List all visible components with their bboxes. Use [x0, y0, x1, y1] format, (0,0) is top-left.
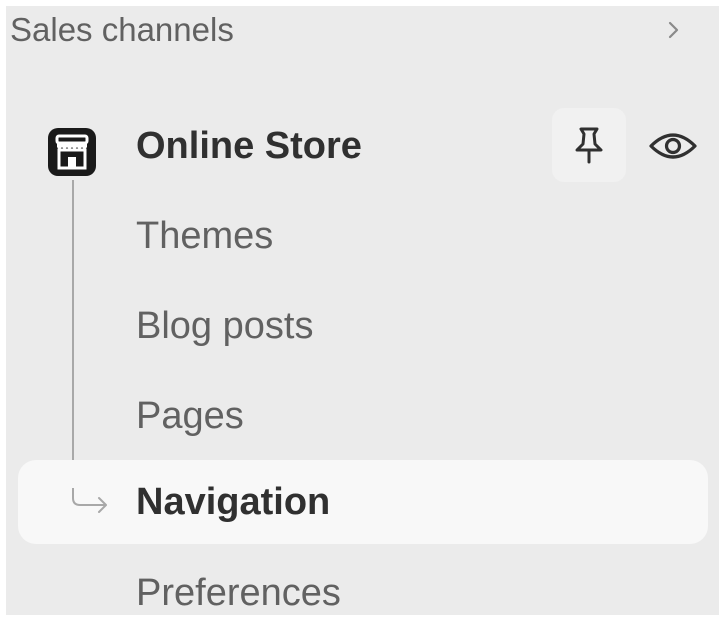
- sidebar-item-label: Pages: [136, 395, 244, 437]
- store-icon: [46, 126, 98, 178]
- sidebar-item-label: Navigation: [136, 481, 331, 523]
- sidebar-item-preferences[interactable]: Preferences: [18, 551, 708, 615]
- tree-arrow-icon: [72, 488, 112, 518]
- sidebar-item-pages[interactable]: Pages: [18, 374, 708, 458]
- sidebar-item-label: Preferences: [136, 572, 341, 614]
- pin-button[interactable]: [552, 108, 626, 182]
- sidebar-item-blog-posts[interactable]: Blog posts: [18, 284, 708, 368]
- sidebar-item-themes[interactable]: Themes: [18, 194, 708, 278]
- sidebar-item-label: Blog posts: [136, 305, 314, 347]
- pin-icon: [575, 127, 603, 164]
- chevron-right-icon[interactable]: [661, 18, 685, 42]
- eye-icon: [649, 133, 697, 159]
- sidebar-item-navigation[interactable]: Navigation: [18, 460, 708, 544]
- section-title: Sales channels: [10, 11, 234, 48]
- sidebar-panel: Sales channels Online Store Themes Blog …: [6, 6, 719, 615]
- online-store-label: Online Store: [136, 125, 362, 167]
- sales-channels-header[interactable]: Sales channels: [6, 6, 719, 56]
- sidebar-item-label: Themes: [136, 215, 274, 257]
- view-store-button[interactable]: [636, 108, 710, 182]
- sidebar-item-online-store[interactable]: Online Store: [26, 106, 706, 186]
